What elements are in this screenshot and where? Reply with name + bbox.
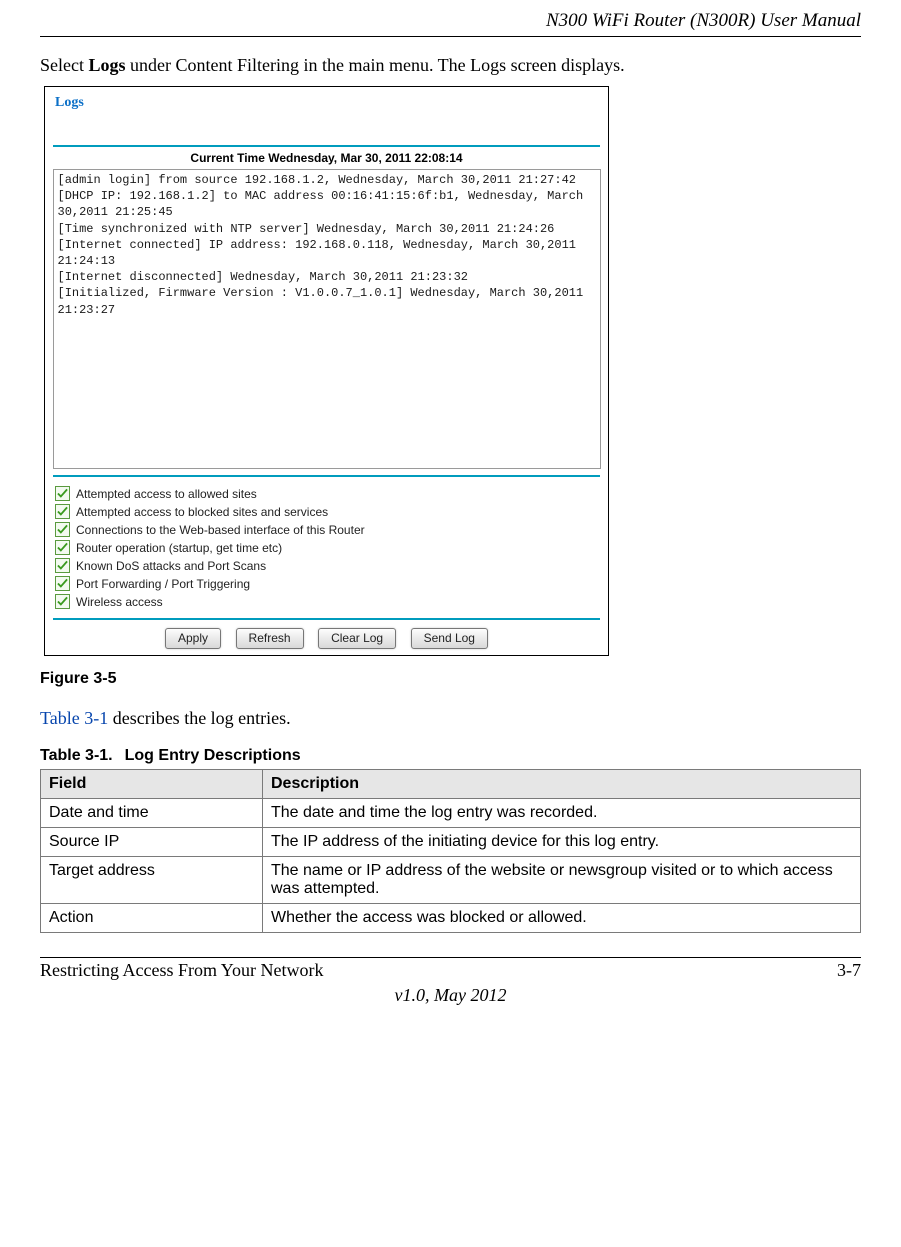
- checkbox-row: Connections to the Web-based interface o…: [55, 522, 598, 537]
- button-row: Apply Refresh Clear Log Send Log: [51, 626, 602, 649]
- checkbox-label: Router operation (startup, get time etc): [76, 541, 282, 555]
- cell-desc: The date and time the log entry was reco…: [263, 799, 861, 828]
- checkbox-label: Wireless access: [76, 595, 163, 609]
- cell-desc: The name or IP address of the website or…: [263, 857, 861, 904]
- log-options-group: Attempted access to allowed sites Attempt…: [53, 475, 600, 620]
- current-time-label: Current Time Wednesday, Mar 30, 2011 22:…: [51, 151, 602, 165]
- checkbox-row: Attempted access to blocked sites and se…: [55, 504, 598, 519]
- table-row: Target addressThe name or IP address of …: [41, 857, 861, 904]
- send-log-button[interactable]: Send Log: [411, 628, 488, 649]
- cell-field: Date and time: [41, 799, 263, 828]
- cell-field: Source IP: [41, 828, 263, 857]
- checkbox-label: Port Forwarding / Port Triggering: [76, 577, 250, 591]
- checkbox-icon[interactable]: [55, 594, 70, 609]
- table-title: Table 3-1. Log Entry Descriptions: [40, 747, 861, 765]
- intro-bold: Logs: [88, 55, 125, 75]
- cell-field: Action: [41, 904, 263, 933]
- th-field: Field: [41, 770, 263, 799]
- checkbox-label: Known DoS attacks and Port Scans: [76, 559, 266, 573]
- intro-after: under Content Filtering in the main menu…: [126, 55, 625, 75]
- cell-desc: The IP address of the initiating device …: [263, 828, 861, 857]
- checkbox-row: Router operation (startup, get time etc): [55, 540, 598, 555]
- table-intro-rest: describes the log entries.: [108, 708, 290, 728]
- table-row: Source IPThe IP address of the initiatin…: [41, 828, 861, 857]
- table-link[interactable]: Table 3-1: [40, 708, 108, 728]
- intro-before: Select: [40, 55, 88, 75]
- log-textarea[interactable]: [admin login] from source 192.168.1.2, W…: [53, 169, 601, 469]
- footer-rule: [40, 957, 861, 958]
- checkbox-icon[interactable]: [55, 486, 70, 501]
- figure-screenshot: Logs Current Time Wednesday, Mar 30, 201…: [44, 86, 609, 656]
- figure-caption: Figure 3-5: [40, 670, 861, 688]
- doc-header-title: N300 WiFi Router (N300R) User Manual: [40, 0, 861, 32]
- checkbox-icon[interactable]: [55, 540, 70, 555]
- clear-log-button[interactable]: Clear Log: [318, 628, 396, 649]
- logs-heading: Logs: [55, 95, 602, 111]
- header-rule: [40, 36, 861, 37]
- table-row: Date and timeThe date and time the log e…: [41, 799, 861, 828]
- checkbox-label: Attempted access to allowed sites: [76, 487, 257, 501]
- checkbox-row: Port Forwarding / Port Triggering: [55, 576, 598, 591]
- checkbox-icon[interactable]: [55, 558, 70, 573]
- checkbox-icon[interactable]: [55, 522, 70, 537]
- checkbox-label: Connections to the Web-based interface o…: [76, 523, 365, 537]
- intro-paragraph: Select Logs under Content Filtering in t…: [40, 55, 861, 76]
- table-row: ActionWhether the access was blocked or …: [41, 904, 861, 933]
- footer-row: Restricting Access From Your Network 3-7: [40, 960, 861, 981]
- divider-top: [53, 145, 600, 147]
- th-description: Description: [263, 770, 861, 799]
- footer-version: v1.0, May 2012: [40, 985, 861, 1006]
- cell-desc: Whether the access was blocked or allowe…: [263, 904, 861, 933]
- table-number: Table 3-1.: [40, 747, 113, 764]
- footer-page: 3-7: [837, 960, 861, 981]
- footer-section: Restricting Access From Your Network: [40, 960, 323, 981]
- table-name: Log Entry Descriptions: [125, 747, 301, 764]
- checkbox-icon[interactable]: [55, 576, 70, 591]
- table-intro: Table 3-1 describes the log entries.: [40, 708, 861, 729]
- checkbox-row: Wireless access: [55, 594, 598, 609]
- checkbox-icon[interactable]: [55, 504, 70, 519]
- cell-field: Target address: [41, 857, 263, 904]
- refresh-button[interactable]: Refresh: [236, 628, 304, 649]
- checkbox-row: Known DoS attacks and Port Scans: [55, 558, 598, 573]
- checkbox-label: Attempted access to blocked sites and se…: [76, 505, 328, 519]
- checkbox-row: Attempted access to allowed sites: [55, 486, 598, 501]
- log-entry-table: Field Description Date and timeThe date …: [40, 769, 861, 933]
- apply-button[interactable]: Apply: [165, 628, 221, 649]
